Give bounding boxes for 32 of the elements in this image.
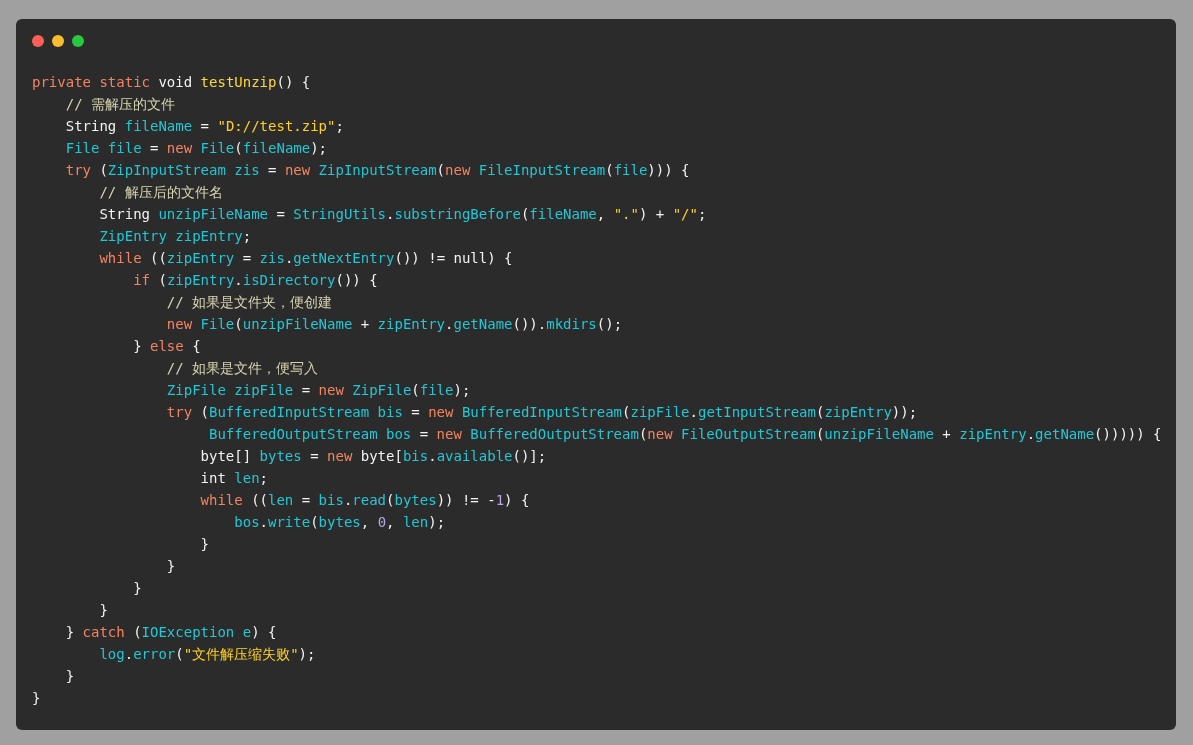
code-line: int len; (200, 469, 268, 488)
code-line: } (166, 557, 176, 576)
code-line: BufferedOutputStream bos = new BufferedOutputStream(new FileOutputStream(unzipFileName + zipEntry.getName())))) { (209, 425, 1162, 444)
code-line: // 解压后的文件名 (99, 183, 223, 202)
code-line: ZipEntry zipEntry; (99, 227, 252, 246)
code-line: while ((zipEntry = zis.getNextEntry()) != null) { (99, 249, 513, 268)
code-line: } (200, 535, 209, 554)
code-line: private static void testUnzip() { (32, 73, 311, 92)
code-line: } (133, 579, 142, 598)
code-line: if (zipEntry.isDirectory()) { (133, 271, 378, 290)
maximize-dot-icon (72, 35, 84, 47)
code-line: // 如果是文件，便写入 (166, 359, 319, 378)
code-line: while ((len = bis.read(bytes)) != -1) { (200, 491, 530, 510)
code-line: try (BufferedInputStream bis = new BufferedInputStream(zipFile.getInputStream(zipEntry)); (166, 403, 918, 422)
code-line: } (65, 667, 75, 686)
minimize-dot-icon (52, 35, 64, 47)
code-line: bos.write(bytes, 0, len); (234, 513, 446, 532)
code-line: String unzipFileName = StringUtils.substringBefore(fileName, ".") + "/"; (99, 205, 707, 224)
close-dot-icon (32, 35, 44, 47)
code-line: File file = new File(fileName); (65, 139, 328, 158)
code-line: // 如果是文件夹，便创建 (166, 293, 333, 312)
code-line: } (32, 689, 41, 708)
code-line: } catch (IOException e) { (65, 623, 277, 642)
code-line: String fileName = "D://test.zip"; (65, 117, 344, 136)
code-line: byte[] bytes = new byte[bis.available()]; (200, 447, 547, 466)
code-line: // 需解压的文件 (65, 95, 175, 114)
code-line: try (ZipInputStream zis = new ZipInputStream(new FileInputStream(file))) { (65, 161, 690, 180)
code-line: } else { (133, 337, 201, 356)
code-line: ZipFile zipFile = new ZipFile(file); (166, 381, 471, 400)
code-line: } (99, 601, 108, 620)
code-line: new File(unzipFileName + zipEntry.getName()).mkdirs(); (166, 315, 623, 334)
code-line: log.error("文件解压缩失败"); (99, 645, 316, 664)
